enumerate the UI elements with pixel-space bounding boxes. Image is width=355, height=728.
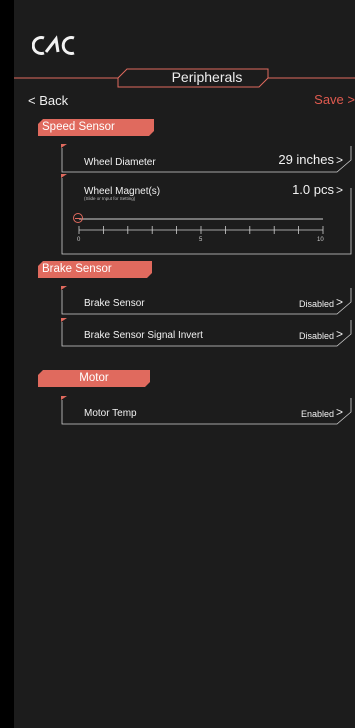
wheel-diameter-value: 29 inches [278, 152, 334, 167]
slider-tick-max: 10 [317, 237, 324, 243]
brake-sensor-invert-row[interactable]: Brake Sensor Signal Invert Disabled > [61, 318, 355, 348]
slider-tick-min: 0 [77, 237, 81, 243]
chevron-right-icon: > [335, 295, 343, 309]
brake-sensor-label: Brake Sensor [84, 298, 145, 309]
slider-thumb[interactable] [73, 213, 83, 223]
page-title: Peripherals [171, 69, 243, 85]
section-motor: Motor [38, 370, 150, 387]
chevron-right-icon: > [335, 405, 343, 419]
chevron-right-icon: > [335, 327, 343, 341]
brake-sensor-invert-value: Disabled [298, 331, 334, 341]
brake-sensor-invert-label: Brake Sensor Signal Invert [84, 330, 203, 341]
motor-temp-label: Motor Temp [84, 408, 137, 419]
wheel-magnets-slider[interactable]: 0 5 10 [73, 206, 341, 251]
section-brake-sensor: Brake Sensor [38, 261, 152, 278]
brake-sensor-row[interactable]: Brake Sensor Disabled > [61, 286, 355, 316]
slider-track [78, 218, 324, 234]
save-button[interactable]: Save > [314, 92, 355, 107]
chevron-right-icon: > [335, 183, 343, 197]
motor-temp-row[interactable]: Motor Temp Enabled > [61, 396, 355, 426]
back-button[interactable]: < Back [28, 93, 68, 108]
slider-tick-mid: 5 [199, 237, 203, 243]
app-screen: Peripherals < Back Save > Speed Sensor W… [14, 0, 355, 728]
wheel-magnets-value: 1.0 pcs [292, 182, 334, 197]
section-speed-sensor: Speed Sensor [38, 119, 154, 136]
wheel-diameter-label: Wheel Diameter [84, 157, 156, 168]
brand-logo-icon [32, 35, 75, 55]
wheel-diameter-row[interactable]: Wheel Diameter 29 inches > [61, 144, 355, 174]
chevron-right-icon: > [335, 153, 343, 167]
motor-temp-value: Enabled [300, 409, 334, 419]
brake-sensor-value: Disabled [298, 299, 334, 309]
wheel-magnets-hint: (Slide or Input for Setting) [84, 196, 136, 201]
